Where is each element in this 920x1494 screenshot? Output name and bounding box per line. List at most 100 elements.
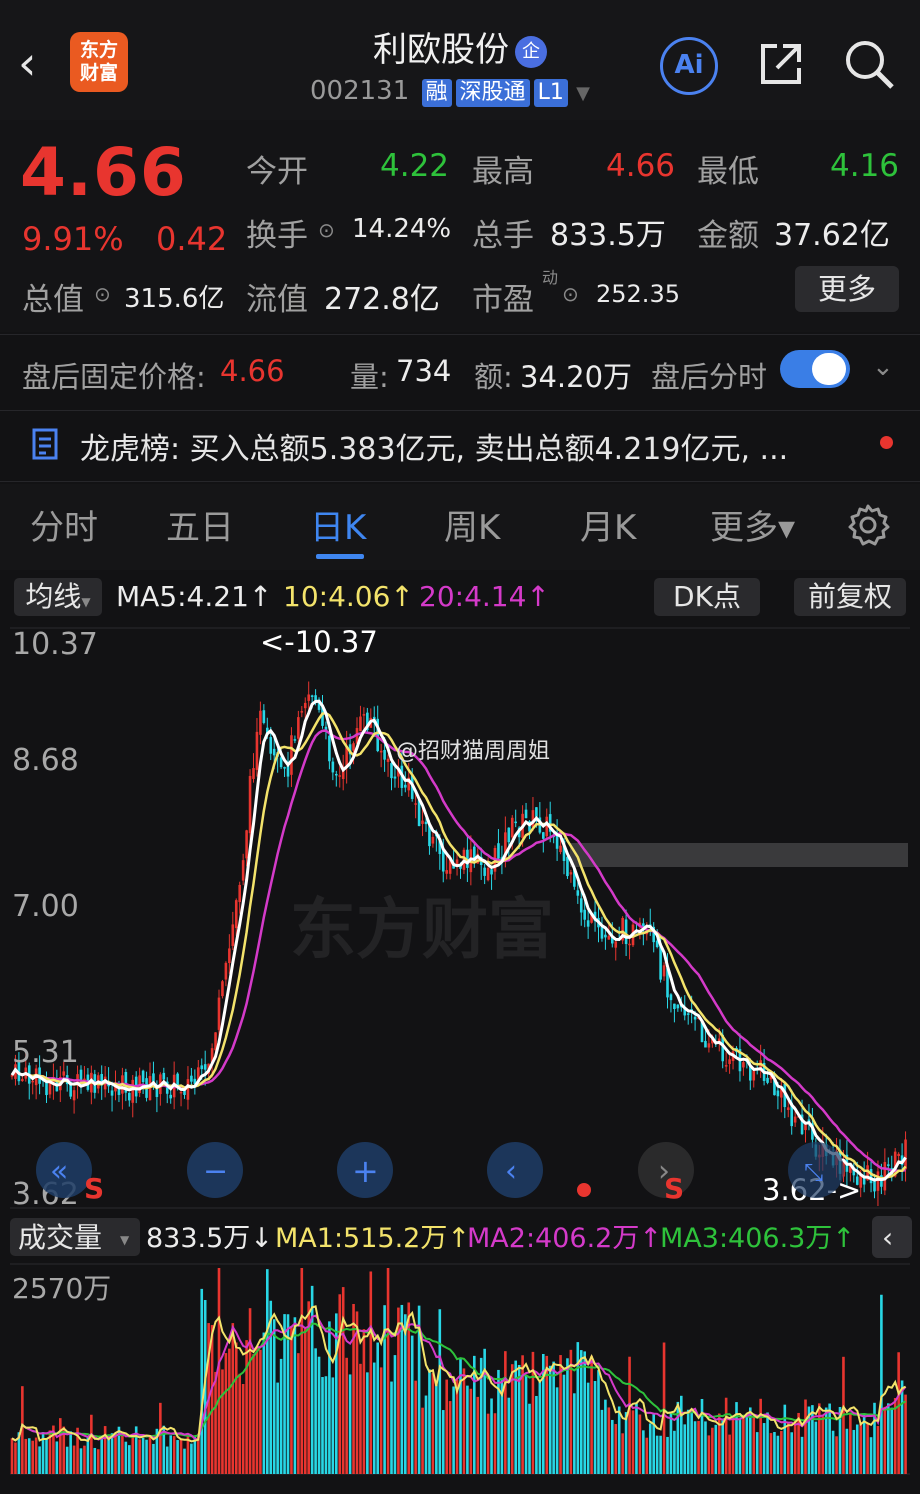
- user-watermark: @招财猫周周姐: [396, 739, 550, 764]
- ma-selector-label: 均线: [25, 580, 82, 613]
- tab-monthly-k[interactable]: 月K: [580, 500, 636, 549]
- volume-bar: [655, 1435, 659, 1474]
- volume-bar: [566, 1358, 569, 1474]
- volume-ma3-line: [11, 1322, 907, 1442]
- search-icon[interactable]: [843, 38, 895, 90]
- volume-bar: [214, 1371, 217, 1474]
- volume-bar: [262, 1332, 266, 1474]
- candle-body: [628, 943, 631, 946]
- share-icon[interactable]: [757, 40, 805, 88]
- tab-daily-k[interactable]: 日K: [310, 500, 366, 549]
- volume-bar: [303, 1328, 307, 1474]
- candle-body: [279, 757, 283, 768]
- volume-bar: [521, 1355, 524, 1474]
- volume-bar: [728, 1434, 731, 1474]
- volume-bar: [828, 1403, 831, 1474]
- volume-bar: [548, 1365, 552, 1474]
- volume-bar: [738, 1419, 742, 1474]
- fixed-price-label: 盘后固定价格:: [22, 360, 206, 394]
- candle-body: [203, 1064, 207, 1070]
- volume-bar: [759, 1398, 762, 1474]
- volume-bar: [79, 1448, 83, 1474]
- candle-body: [383, 749, 386, 760]
- volume-bar: [186, 1435, 190, 1474]
- kline-chart[interactable]: 东方财富 10.37 8.68 7.00 5.31 3.62 <-10.37 3…: [0, 620, 920, 1494]
- volume-bar: [259, 1349, 262, 1474]
- tab-timeshare[interactable]: 分时: [30, 500, 98, 549]
- volume-bar: [72, 1445, 76, 1474]
- volume-bar: [341, 1287, 345, 1474]
- volume-bar: [131, 1434, 135, 1474]
- tab-more[interactable]: 更多▾: [710, 500, 795, 549]
- volume-bar: [234, 1342, 238, 1474]
- ai-button[interactable]: Ai: [660, 37, 718, 95]
- adjust-button[interactable]: 前复权: [794, 578, 906, 616]
- candle-body: [241, 860, 245, 881]
- candle-body: [483, 867, 486, 876]
- dropdown-icon[interactable]: ▼: [576, 83, 590, 104]
- tab-weekly-k[interactable]: 周K: [444, 500, 500, 549]
- candle-body: [234, 900, 238, 929]
- candle-body: [676, 1004, 680, 1009]
- volume-bar: [686, 1409, 690, 1474]
- volume-bar: [445, 1379, 448, 1474]
- stock-code-row[interactable]: 002131 融深股通 L1 ▼: [310, 76, 590, 107]
- volume-bar: [255, 1346, 259, 1474]
- gear-icon[interactable]: [846, 503, 890, 547]
- volume-bar: [469, 1388, 473, 1474]
- info-icon[interactable]: ⊙: [94, 282, 111, 306]
- candle-body: [514, 821, 517, 824]
- volume-bar: [700, 1398, 704, 1474]
- candle-body: [404, 784, 407, 788]
- candle-body: [510, 817, 514, 838]
- chevron-down-icon[interactable]: ⌄: [872, 352, 894, 382]
- chevron-left-icon: ‹: [505, 1154, 517, 1189]
- volume-bar: [279, 1358, 283, 1474]
- volume-bar: [431, 1373, 435, 1474]
- volume-bar: [669, 1411, 673, 1474]
- y-label-2: 8.68: [12, 743, 79, 778]
- volume-ma1-line: [11, 1305, 907, 1443]
- candle-body: [793, 1116, 797, 1123]
- dk-point-button[interactable]: DK点: [654, 578, 760, 616]
- volume-bar: [414, 1380, 417, 1474]
- volume-bar: [769, 1433, 773, 1474]
- volume-bar: [721, 1420, 724, 1474]
- stock-code: 002131: [310, 76, 410, 106]
- volume-bar: [617, 1406, 621, 1474]
- volume-value: 833.5万: [550, 218, 666, 253]
- more-button[interactable]: 更多: [795, 266, 899, 312]
- change-amount: 0.42: [156, 220, 228, 258]
- volume-bar: [545, 1355, 549, 1474]
- volume-bar: [752, 1417, 756, 1474]
- tab-five-day[interactable]: 五日: [166, 500, 234, 549]
- info-icon[interactable]: ⊙: [562, 282, 579, 306]
- volume-bar: [873, 1402, 876, 1474]
- volume-bar: [483, 1348, 486, 1474]
- volume-bar: [272, 1319, 276, 1474]
- volume-bar: [96, 1449, 100, 1474]
- ah-amount-value: 34.20万: [520, 360, 633, 394]
- volume-bar: [855, 1424, 859, 1474]
- volume-bar: [631, 1410, 635, 1474]
- volume-bar: [593, 1381, 597, 1474]
- volume-bar: [452, 1386, 455, 1474]
- volume-bar: [290, 1326, 293, 1474]
- volume-bar: [731, 1415, 735, 1474]
- volume-bar: [448, 1401, 452, 1474]
- ma-selector[interactable]: 均线▼: [14, 578, 102, 616]
- candle-body: [303, 702, 307, 709]
- candle-body: [128, 1092, 131, 1101]
- volume-selector-label: 成交量: [18, 1221, 102, 1254]
- candle-body: [414, 803, 417, 805]
- info-icon[interactable]: ⊙: [318, 218, 335, 242]
- double-left-icon: «: [50, 1154, 68, 1189]
- volume-bar: [128, 1445, 131, 1474]
- volume-bar: [552, 1361, 555, 1474]
- volume-bar: [369, 1271, 373, 1474]
- volume-bar: [590, 1355, 593, 1474]
- candle-body: [752, 1070, 756, 1081]
- candle-body: [417, 800, 421, 827]
- enterprise-badge: 企: [515, 35, 547, 68]
- open-label: 今开: [246, 154, 308, 190]
